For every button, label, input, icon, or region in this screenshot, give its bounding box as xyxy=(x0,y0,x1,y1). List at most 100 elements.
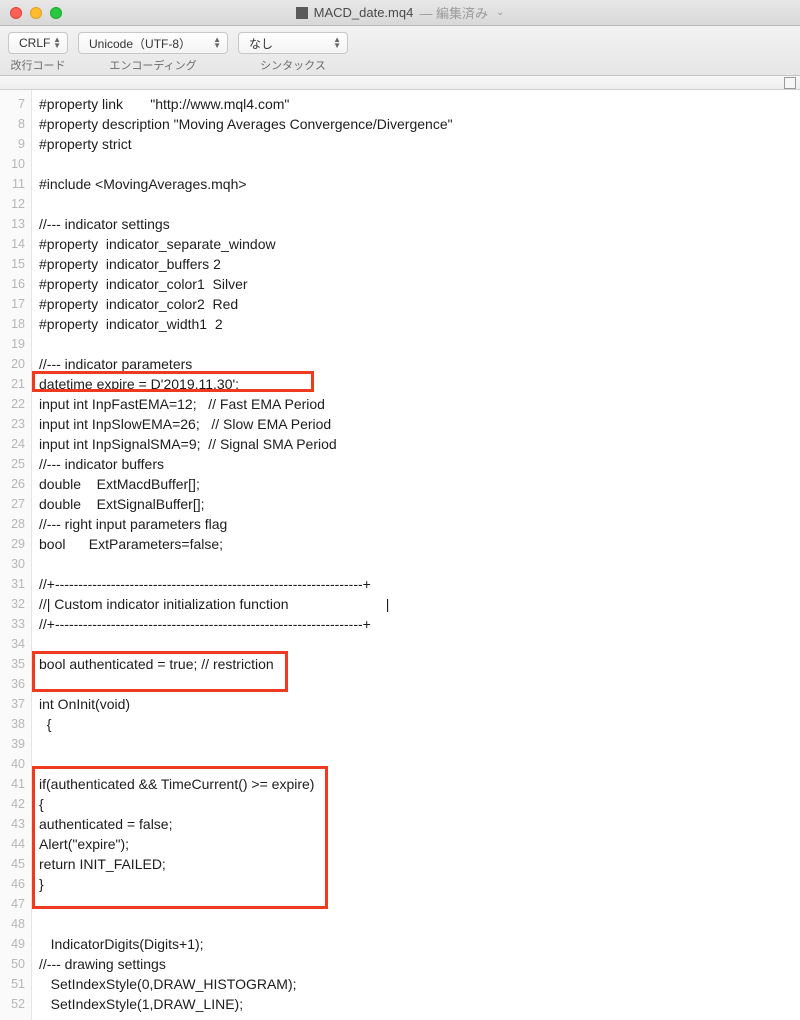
encoding-value: Unicode（UTF-8） xyxy=(89,35,191,52)
line-number: 26 xyxy=(0,474,25,494)
code-line[interactable] xyxy=(37,194,800,214)
code-line[interactable]: bool authenticated = true; // restrictio… xyxy=(37,654,800,674)
line-number: 31 xyxy=(0,574,25,594)
code-line[interactable]: SetIndexStyle(0,DRAW_HISTOGRAM); xyxy=(37,974,800,994)
line-number: 25 xyxy=(0,454,25,474)
code-line[interactable]: #property description "Moving Averages C… xyxy=(37,114,800,134)
code-line[interactable]: //--- indicator settings xyxy=(37,214,800,234)
code-line[interactable]: double ExtSignalBuffer[]; xyxy=(37,494,800,514)
code-line[interactable]: Alert("expire"); xyxy=(37,834,800,854)
encoding-label: エンコーディング xyxy=(109,57,196,73)
line-ending-select[interactable]: CRLF ▲▼ xyxy=(8,32,68,54)
line-number: 17 xyxy=(0,294,25,314)
line-ending-value: CRLF xyxy=(19,36,50,50)
line-number: 46 xyxy=(0,874,25,894)
code-line[interactable] xyxy=(37,154,800,174)
line-number: 47 xyxy=(0,894,25,914)
line-number: 43 xyxy=(0,814,25,834)
line-number: 22 xyxy=(0,394,25,414)
code-line[interactable]: authenticated = false; xyxy=(37,814,800,834)
code-line[interactable]: int OnInit(void) xyxy=(37,694,800,714)
code-line[interactable]: #property link "http://www.mql4.com" xyxy=(37,94,800,114)
line-number: 20 xyxy=(0,354,25,374)
code-line[interactable]: //--- drawing settings xyxy=(37,954,800,974)
code-line[interactable]: //+-------------------------------------… xyxy=(37,614,800,634)
code-line[interactable]: #property indicator_color1 Silver xyxy=(37,274,800,294)
toolbar: CRLF ▲▼ 改行コード Unicode（UTF-8） ▲▼ エンコーディング… xyxy=(0,26,800,76)
encoding-select[interactable]: Unicode（UTF-8） ▲▼ xyxy=(78,32,228,54)
line-number: 42 xyxy=(0,794,25,814)
line-number: 52 xyxy=(0,994,25,1014)
code-line[interactable]: #property indicator_buffers 2 xyxy=(37,254,800,274)
line-number: 37 xyxy=(0,694,25,714)
code-line[interactable] xyxy=(37,754,800,774)
line-number: 10 xyxy=(0,154,25,174)
code-line[interactable]: #property strict xyxy=(37,134,800,154)
line-number: 13 xyxy=(0,214,25,234)
document-filename: MACD_date.mq4 xyxy=(314,5,414,20)
code-line[interactable]: datetime expire = D'2019.11.30'; xyxy=(37,374,800,394)
code-line[interactable] xyxy=(37,914,800,934)
line-number: 32 xyxy=(0,594,25,614)
code-line[interactable] xyxy=(37,894,800,914)
code-line[interactable]: { xyxy=(37,714,800,734)
title-bar: MACD_date.mq4 — 編集済み ⌄ xyxy=(0,0,800,26)
code-line[interactable]: #property indicator_width1 2 xyxy=(37,314,800,334)
traffic-lights xyxy=(10,7,62,19)
line-number: 40 xyxy=(0,754,25,774)
document-icon xyxy=(296,7,308,19)
code-line[interactable]: double ExtMacdBuffer[]; xyxy=(37,474,800,494)
document-edited-label: — 編集済み xyxy=(419,3,488,22)
line-number: 39 xyxy=(0,734,25,754)
code-line[interactable]: } xyxy=(37,874,800,894)
line-number: 29 xyxy=(0,534,25,554)
code-line[interactable]: //--- right input parameters flag xyxy=(37,514,800,534)
code-area[interactable]: #property link "http://www.mql4.com"#pro… xyxy=(32,90,800,1020)
line-number: 33 xyxy=(0,614,25,634)
code-line[interactable]: //--- indicator parameters xyxy=(37,354,800,374)
split-view-button[interactable] xyxy=(784,77,796,89)
close-window-button[interactable] xyxy=(10,7,22,19)
line-number: 36 xyxy=(0,674,25,694)
code-line[interactable]: //| Custom indicator initialization func… xyxy=(37,594,800,614)
code-line[interactable] xyxy=(37,634,800,654)
code-line[interactable]: //--- indicator buffers xyxy=(37,454,800,474)
code-line[interactable]: bool ExtParameters=false; xyxy=(37,534,800,554)
code-line[interactable]: #include <MovingAverages.mqh> xyxy=(37,174,800,194)
code-line[interactable]: SetIndexStyle(1,DRAW_LINE); xyxy=(37,994,800,1014)
window-title: MACD_date.mq4 — 編集済み ⌄ xyxy=(0,3,800,22)
code-line[interactable] xyxy=(37,674,800,694)
code-line[interactable]: #property indicator_separate_window xyxy=(37,234,800,254)
syntax-select[interactable]: なし ▲▼ xyxy=(238,32,348,54)
line-number: 51 xyxy=(0,974,25,994)
code-line[interactable]: return INIT_FAILED; xyxy=(37,854,800,874)
code-line[interactable]: input int InpSlowEMA=26; // Slow EMA Per… xyxy=(37,414,800,434)
code-line[interactable] xyxy=(37,734,800,754)
line-number: 18 xyxy=(0,314,25,334)
code-line[interactable]: input int InpSignalSMA=9; // Signal SMA … xyxy=(37,434,800,454)
code-line[interactable]: //+-------------------------------------… xyxy=(37,574,800,594)
sub-toolbar xyxy=(0,76,800,90)
line-number: 16 xyxy=(0,274,25,294)
line-number: 49 xyxy=(0,934,25,954)
line-number: 34 xyxy=(0,634,25,654)
code-line[interactable]: input int InpFastEMA=12; // Fast EMA Per… xyxy=(37,394,800,414)
line-number: 7 xyxy=(0,94,25,114)
editor: 7891011121314151617181920212223242526272… xyxy=(0,90,800,1020)
line-number: 28 xyxy=(0,514,25,534)
code-line[interactable]: if(authenticated && TimeCurrent() >= exp… xyxy=(37,774,800,794)
minimize-window-button[interactable] xyxy=(30,7,42,19)
code-line[interactable]: { xyxy=(37,794,800,814)
line-number: 35 xyxy=(0,654,25,674)
line-number: 27 xyxy=(0,494,25,514)
line-ending-group: CRLF ▲▼ 改行コード xyxy=(8,32,68,73)
code-line[interactable] xyxy=(37,334,800,354)
line-number: 14 xyxy=(0,234,25,254)
chevron-updown-icon: ▲▼ xyxy=(213,37,221,49)
code-line[interactable] xyxy=(37,554,800,574)
line-number: 38 xyxy=(0,714,25,734)
code-line[interactable]: #property indicator_color2 Red xyxy=(37,294,800,314)
code-line[interactable]: IndicatorDigits(Digits+1); xyxy=(37,934,800,954)
zoom-window-button[interactable] xyxy=(50,7,62,19)
line-number: 48 xyxy=(0,914,25,934)
